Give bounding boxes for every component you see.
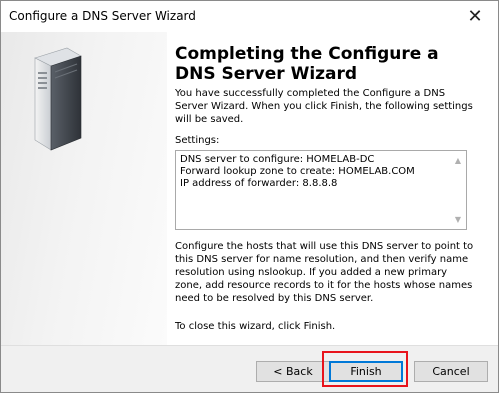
title-bar: Configure a DNS Server Wizard ✕ [1,1,498,32]
finish-highlight-box [322,351,408,387]
close-instructions: To close this wizard, click Finish. [175,321,336,332]
settings-textbox[interactable]: DNS server to configure: HOMELAB-DC Forw… [175,150,467,230]
setting-forwarder-ip: IP address of forwarder: 8.8.8.8 [180,178,338,189]
back-button[interactable]: < Back [256,361,330,382]
settings-list: DNS server to configure: HOMELAB-DC Forw… [180,154,450,190]
wizard-content: Completing the Configure a DNS Server Wi… [1,32,498,345]
close-button[interactable]: ✕ [452,1,498,32]
cancel-button[interactable]: Cancel [414,361,488,382]
window-title: Configure a DNS Server Wizard [9,9,196,23]
hosts-instructions: Configure the hosts that will use this D… [175,241,474,304]
scroll-down-icon[interactable]: ▼ [450,212,466,227]
intro-text: You have successfully completed the Conf… [175,88,473,125]
wizard-heading: Completing the Configure a DNS Server Wi… [175,44,439,84]
settings-scrollbar[interactable]: ▲ ▼ [450,151,466,229]
server-tower-icon [34,47,82,151]
wizard-window: Configure a DNS Server Wizard ✕ Completi… [0,0,499,393]
setting-forward-zone: Forward lookup zone to create: HOMELAB.C… [180,166,415,177]
setting-dns-server: DNS server to configure: HOMELAB-DC [180,154,375,165]
close-icon: ✕ [467,6,483,27]
settings-label: Settings: [175,135,220,146]
scroll-up-icon[interactable]: ▲ [450,153,466,168]
wizard-side-panel [1,32,167,345]
button-bar: < Back Finish Cancel [1,345,498,392]
